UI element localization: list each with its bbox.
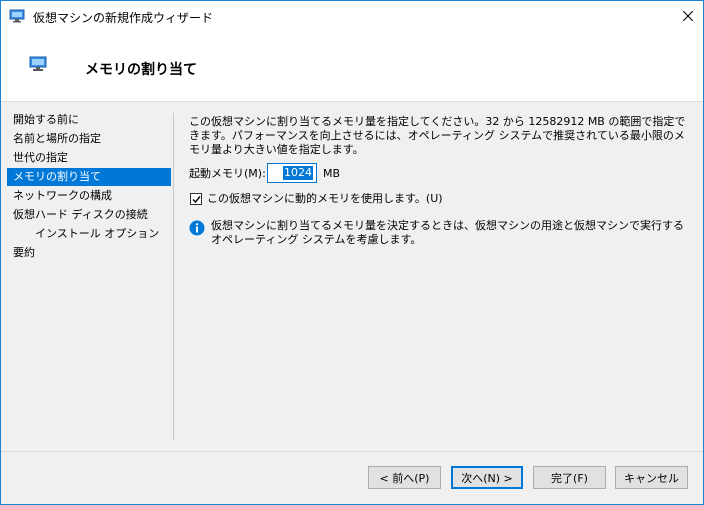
step-installation-options[interactable]: インストール オプション [7,225,171,243]
dynamic-memory-label[interactable]: この仮想マシンに動的メモリを使用します。(U) [207,192,443,206]
step-generation[interactable]: 世代の指定 [7,149,171,167]
step-memory[interactable]: メモリの割り当て [7,168,171,186]
memory-unit: MB [323,167,341,180]
step-summary[interactable]: 要約 [7,244,171,262]
memory-page-icon [29,56,47,72]
window-title: 仮想マシンの新規作成ウィザード [33,11,214,25]
close-button[interactable] [673,1,703,31]
startup-memory-value: 1024 [283,166,313,180]
info-text: 仮想マシンに割り当てるメモリ量を決定するときは、仮想マシンの用途と仮想マシンで実… [211,219,684,246]
startup-memory-input[interactable]: 1024 [267,163,317,183]
title-bar: 仮想マシンの新規作成ウィザード [1,1,703,31]
cancel-button[interactable]: キャンセル [615,466,688,489]
next-button[interactable]: 次へ(N) > [451,466,523,489]
footer-divider [1,451,703,452]
vm-icon [9,9,25,23]
wizard-window: 仮想マシンの新規作成ウィザード メモリの割り当て 開始する前に 名前と場所の指定… [0,0,704,505]
step-virtual-hard-disk[interactable]: 仮想ハード ディスクの接続 [7,206,171,224]
step-networking[interactable]: ネットワークの構成 [7,187,171,205]
dynamic-memory-checkbox[interactable] [190,193,202,205]
page-header: メモリの割り当て [1,31,703,102]
close-icon [683,11,693,21]
memory-description: この仮想マシンに割り当てるメモリ量を指定してください。32 から 1258291… [189,115,686,156]
nav-divider [173,113,174,440]
info-icon [189,220,205,236]
checkmark-icon [192,196,201,204]
page-title: メモリの割り当て [85,62,197,78]
step-before-you-begin[interactable]: 開始する前に [7,111,171,129]
back-button[interactable]: < 前へ(P) [368,466,441,489]
step-name-and-location[interactable]: 名前と場所の指定 [7,130,171,148]
finish-button[interactable]: 完了(F) [533,466,606,489]
startup-memory-label: 起動メモリ(M): [189,167,266,180]
